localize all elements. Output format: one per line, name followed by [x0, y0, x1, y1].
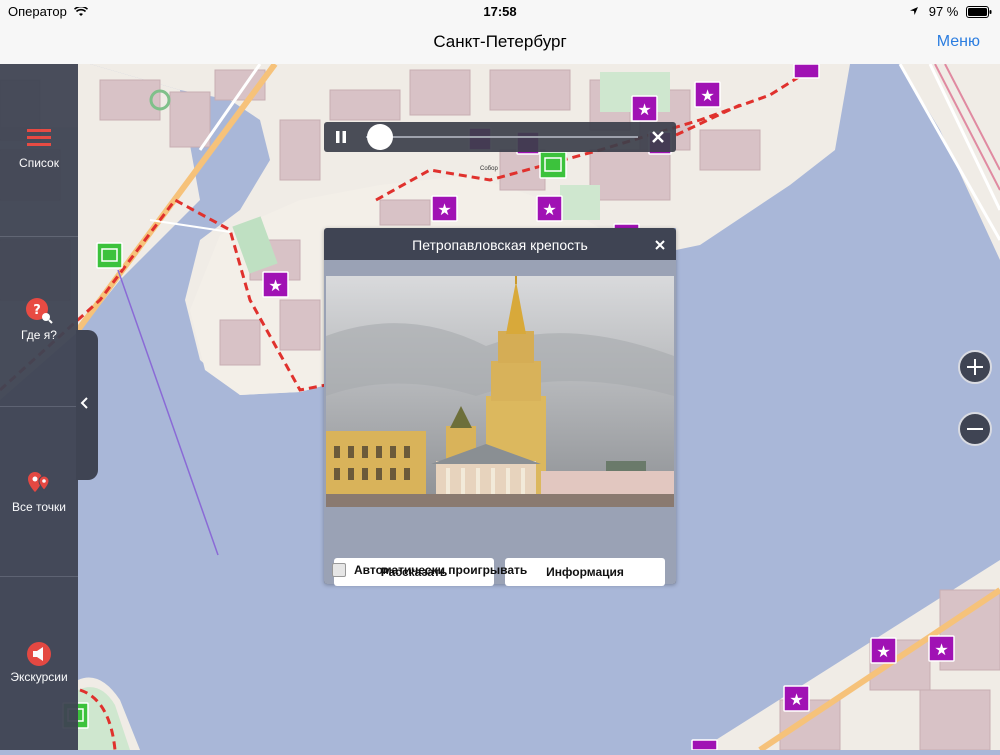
- battery-icon: [962, 4, 992, 19]
- all-points-icon: [0, 468, 78, 500]
- sidebar-item-label: Все точки: [12, 500, 66, 514]
- svg-text:★: ★: [876, 642, 890, 661]
- poi-photo: [326, 276, 674, 507]
- svg-text:★: ★: [934, 640, 948, 659]
- popup-close-button[interactable]: [654, 238, 666, 250]
- svg-text:★: ★: [700, 86, 714, 105]
- svg-text:★: ★: [437, 200, 451, 219]
- location-arrow-icon: [909, 4, 929, 19]
- status-right: 97 %: [909, 4, 992, 19]
- sidebar-item-all-points[interactable]: Все точки: [0, 468, 78, 514]
- sidebar-item-label: Экскурсии: [10, 670, 68, 684]
- audio-progress-knob[interactable]: [366, 124, 393, 150]
- sidebar-item-label: Список: [19, 156, 59, 170]
- zoom-in-button[interactable]: [958, 350, 992, 384]
- zoom-out-button[interactable]: [958, 412, 992, 446]
- pause-button[interactable]: [334, 130, 348, 144]
- status-bar: Оператор 17:58 97 %: [0, 0, 1000, 22]
- plus-icon: [960, 359, 990, 386]
- audio-player-bar: [324, 122, 676, 152]
- battery-percent: 97 %: [928, 4, 959, 19]
- divider: [0, 406, 78, 407]
- sidebar-item-where-am-i[interactable]: ? Где я?: [0, 296, 78, 342]
- page-title: Санкт-Петербург: [433, 32, 567, 51]
- audio-progress-track[interactable]: [366, 136, 638, 138]
- divider: [0, 576, 78, 577]
- popup-title: Петропавловская крепость: [412, 237, 588, 253]
- svg-text:★: ★: [542, 200, 556, 219]
- clock: 17:58: [483, 4, 517, 19]
- svg-text:★: ★: [637, 100, 651, 119]
- autoplay-label: Автоматически проигрывать: [354, 563, 528, 577]
- navigation-bar: Санкт-Петербург Меню: [0, 22, 1000, 65]
- svg-text:★: ★: [268, 276, 282, 295]
- sidebar-item-excursions[interactable]: Экскурсии: [0, 640, 78, 684]
- sidebar-collapse-tab[interactable]: [76, 330, 98, 480]
- audio-close-button[interactable]: [650, 129, 666, 145]
- close-icon: [650, 131, 666, 149]
- list-icon: [0, 126, 78, 156]
- where-am-i-icon: ?: [0, 296, 78, 328]
- sidebar-item-label: Где я?: [21, 328, 57, 342]
- svg-text:★: ★: [789, 690, 803, 709]
- sidebar: Список ? Где я? Все точки Экскурсии: [0, 64, 78, 750]
- divider: [0, 236, 78, 237]
- popup-body: Рассказать Информация: [324, 260, 676, 586]
- chevron-left-icon: [80, 396, 90, 414]
- close-icon: [654, 238, 666, 255]
- excursion-icon: [0, 640, 78, 670]
- sidebar-item-list[interactable]: Список: [0, 126, 78, 170]
- minus-icon: [960, 428, 990, 448]
- svg-text:?: ?: [33, 303, 41, 318]
- autoplay-row: Автоматически проигрывать: [330, 562, 670, 578]
- autoplay-checkbox[interactable]: [332, 563, 346, 577]
- map-label-sobor: Собор: [480, 166, 498, 172]
- pause-icon: [334, 131, 348, 148]
- poi-popup: Петропавловская крепость Рассказать Инфо…: [324, 228, 676, 586]
- menu-button[interactable]: Меню: [937, 33, 980, 51]
